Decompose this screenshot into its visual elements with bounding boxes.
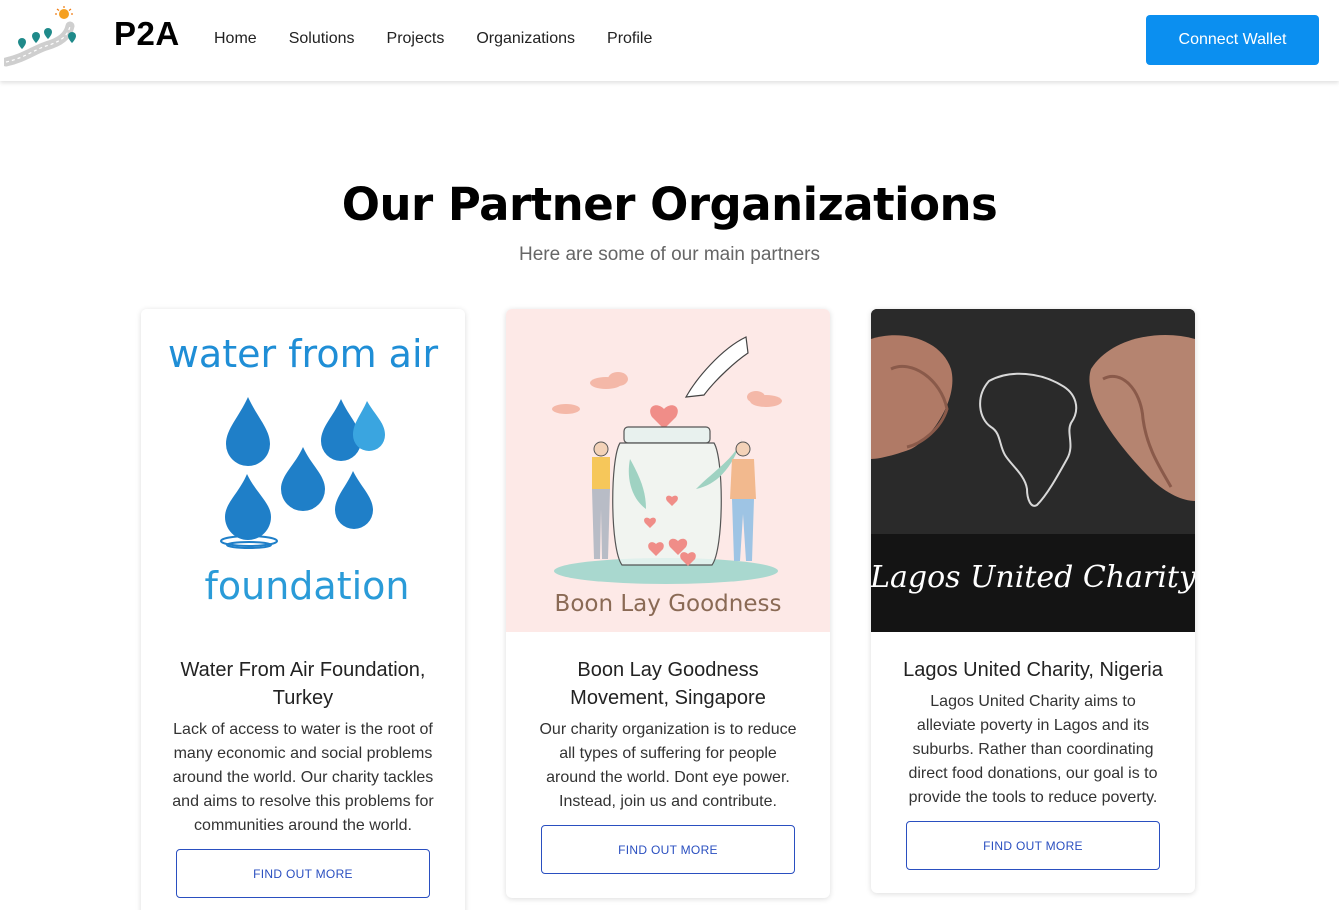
find-out-more-button[interactable]: FIND OUT MORE	[541, 825, 795, 874]
find-out-more-button[interactable]: FIND OUT MORE	[176, 849, 430, 898]
water-drops-icon: water from air foundation	[168, 332, 439, 608]
card-title: Lagos United Charity, Nigeria	[903, 659, 1163, 681]
logo-text-bottom: foundation	[205, 564, 410, 608]
card-description: Lack of access to water is the root of m…	[172, 721, 434, 834]
partner-card-lagos: Lagos United Charity Lagos United Charit…	[871, 309, 1195, 893]
navbar: P2A Home Solutions Projects Organization…	[0, 0, 1339, 81]
photo-caption: Lagos United Charity	[871, 560, 1195, 595]
card-title: Water From Air Foundation, Turkey	[180, 659, 426, 709]
partner-card-boon-lay: Boon Lay Goodness Boon Lay Goodness Move…	[506, 309, 830, 898]
nav-link-organizations[interactable]: Organizations	[476, 30, 575, 48]
illustration-caption: Boon Lay Goodness	[555, 591, 782, 617]
donation-jar-icon: Boon Lay Goodness	[552, 336, 782, 617]
card-title: Boon Lay Goodness Movement, Singapore	[570, 659, 766, 709]
card-description: Lagos United Charity aims to alleviate p…	[908, 693, 1158, 806]
nav-link-home[interactable]: Home	[214, 30, 257, 48]
brand-name[interactable]: P2A	[114, 15, 180, 53]
nav-links: Home Solutions Projects Organizations Pr…	[214, 30, 684, 48]
card-description: Our charity organization is to reduce al…	[539, 721, 797, 810]
logo-text-top: water from air	[168, 332, 439, 376]
water-from-air-logo: water from air foundation	[141, 309, 465, 632]
nav-link-profile[interactable]: Profile	[607, 30, 652, 48]
find-out-more-button[interactable]: FIND OUT MORE	[906, 821, 1160, 870]
section-title: Our Partner Organizations	[341, 178, 998, 231]
section-subtitle: Here are some of our main partners	[519, 244, 820, 265]
nav-link-solutions[interactable]: Solutions	[289, 30, 355, 48]
nav-link-projects[interactable]: Projects	[387, 30, 445, 48]
p2a-logo-icon[interactable]	[4, 6, 80, 68]
boon-lay-illustration: Boon Lay Goodness	[506, 309, 830, 632]
connect-wallet-button[interactable]: Connect Wallet	[1146, 15, 1319, 65]
hands-africa-icon: Lagos United Charity	[871, 309, 1195, 632]
partner-card-water-from-air: water from air foundation Water From Air…	[141, 309, 465, 910]
lagos-charity-photo: Lagos United Charity	[871, 309, 1195, 632]
